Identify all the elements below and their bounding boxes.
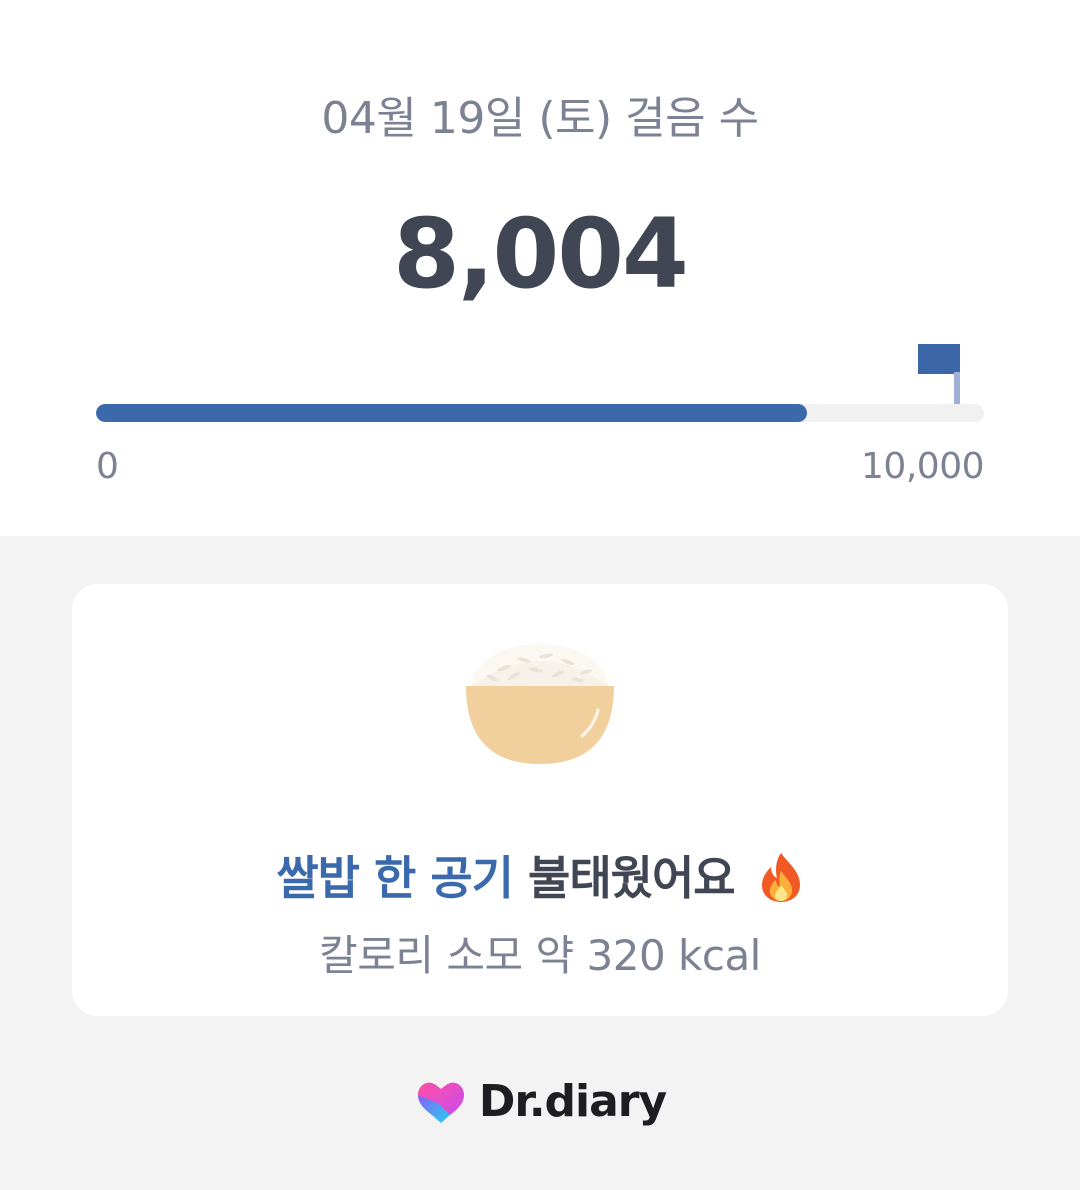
calorie-headline: 쌀밥 한 공기 불태웠어요 bbox=[72, 842, 1008, 908]
calorie-subline: 칼로리 소모 약 320 kcal bbox=[319, 931, 761, 980]
scale-min-label: 0 bbox=[96, 446, 119, 487]
heart-logo-icon bbox=[417, 1082, 464, 1123]
brand-footer: Dr.diary bbox=[0, 1076, 1080, 1132]
goal-flag-icon bbox=[918, 344, 962, 404]
calorie-card: 쌀밥 한 공기 불태웠어요 칼로리 소모 약 320 kcal bbox=[72, 584, 1008, 1016]
burned-text: 불태웠어요 bbox=[528, 851, 736, 905]
fire-icon bbox=[761, 852, 800, 902]
step-progress-bar bbox=[96, 404, 984, 422]
scale-max-label: 10,000 bbox=[861, 446, 984, 487]
brand-name: Dr.diary bbox=[478, 1076, 667, 1127]
rice-bowl-icon bbox=[466, 644, 614, 764]
step-count: 8,004 bbox=[393, 198, 689, 310]
step-progress-fill bbox=[96, 404, 807, 422]
date-title: 04월 19일 (토) 걸음 수 bbox=[321, 93, 759, 144]
step-summary-section: 04월 19일 (토) 걸음 수 8,004 0 10,000 bbox=[0, 0, 1080, 536]
food-equivalent-text: 쌀밥 한 공기 bbox=[276, 851, 514, 905]
